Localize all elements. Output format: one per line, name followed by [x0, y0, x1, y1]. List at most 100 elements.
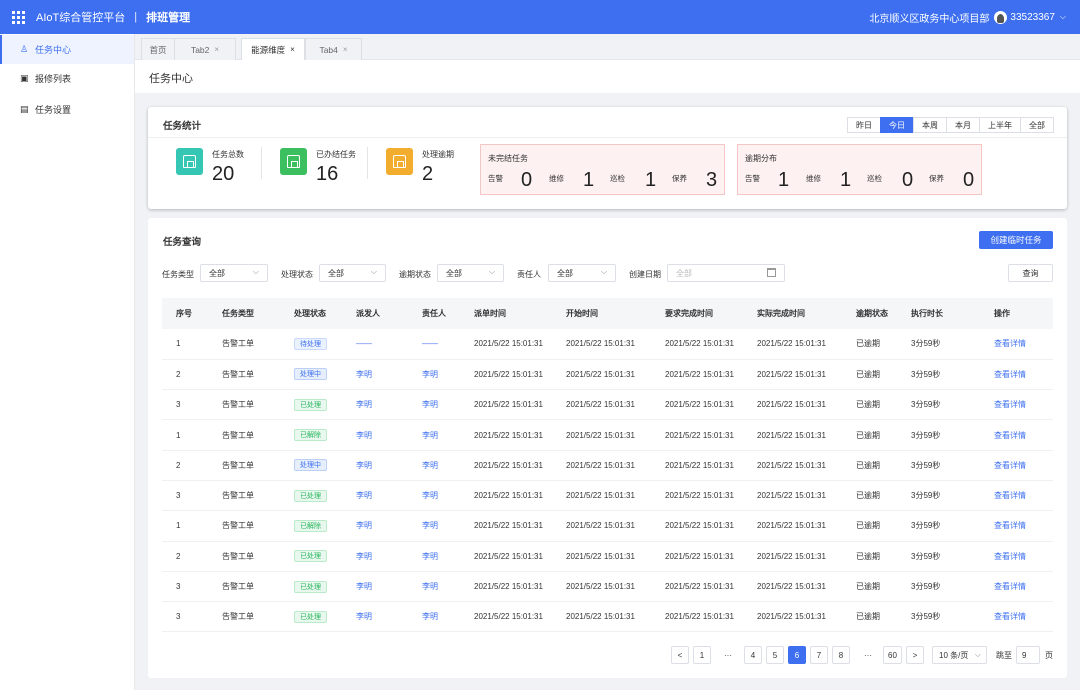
range-yesterday[interactable]: 昨日 — [847, 117, 881, 133]
cell-text: 告警工单 — [222, 551, 254, 561]
cell-text: 已逾期 — [856, 612, 880, 622]
cell-overdue: 已逾期 — [842, 450, 897, 481]
dispatcher-link[interactable]: 李明 — [356, 431, 372, 440]
task-type-select[interactable]: 全部 ⌵ — [200, 264, 268, 282]
tab-bar: 首页 Tab2 × 能源维度 × Tab4 × — [135, 34, 1080, 60]
view-details-link[interactable]: 查看详情 — [994, 582, 1026, 591]
dispatcher-link[interactable]: 李明 — [356, 612, 372, 621]
user-icon: ♙ — [20, 44, 29, 54]
owner-link[interactable]: 李明 — [422, 491, 438, 500]
close-icon[interactable]: × — [290, 45, 295, 54]
created-date-picker[interactable]: 全部 — [667, 264, 785, 282]
owner-link[interactable]: 李明 — [422, 370, 438, 379]
sidebar-item-label: 任务中心 — [35, 45, 72, 55]
owner-link[interactable]: 李明 — [422, 612, 438, 621]
column-header: 处理状态 — [280, 298, 342, 329]
kpi-overdue: 处理逾期 2 — [386, 145, 466, 185]
owner-link[interactable]: 李明 — [422, 400, 438, 409]
status-select[interactable]: 全部 ⌵ — [319, 264, 386, 282]
dispatcher-link[interactable]: 李明 — [356, 400, 372, 409]
view-details-link[interactable]: 查看详情 — [994, 339, 1026, 348]
tab-energy[interactable]: 能源维度 × — [241, 38, 305, 60]
filter-label: 处理状态 — [281, 270, 313, 279]
dispatcher-link[interactable]: —— — [356, 339, 372, 348]
view-details-link[interactable]: 查看详情 — [994, 431, 1026, 440]
close-icon[interactable]: × — [343, 45, 348, 54]
owner-link[interactable]: —— — [422, 339, 438, 348]
range-today[interactable]: 今日 — [880, 117, 914, 133]
cell-dispatcher: 李明 — [342, 450, 408, 481]
overdue-select[interactable]: 全部 ⌵ — [437, 264, 504, 282]
range-week[interactable]: 本周 — [913, 117, 947, 133]
view-details-link[interactable]: 查看详情 — [994, 491, 1026, 500]
cell-duration: 3分59秒 — [897, 450, 980, 481]
owner-link[interactable]: 李明 — [422, 521, 438, 530]
close-icon[interactable]: × — [214, 45, 219, 54]
page-button[interactable]: 7 — [810, 646, 828, 664]
page-button-current[interactable]: 6 — [788, 646, 806, 664]
sidebar-item-task-settings[interactable]: ▤ 任务设置 — [0, 95, 134, 124]
kpi-value: 16 — [316, 163, 339, 185]
cell-due-time: 2021/5/22 15:01:31 — [651, 389, 743, 421]
table-row: 3 告警工单 已处理 李明 李明 2021/5/22 15:01:31 2021/5/22 … — [162, 389, 1053, 421]
view-details-link[interactable]: 查看详情 — [994, 521, 1026, 530]
dispatcher-link[interactable]: 李明 — [356, 370, 372, 379]
cell-text: 告警工单 — [222, 369, 254, 379]
page-button[interactable]: 60 — [883, 646, 902, 664]
next-page-button[interactable]: > — [906, 646, 924, 664]
dispatcher-link[interactable]: 李明 — [356, 491, 372, 500]
tab-home[interactable]: 首页 — [141, 38, 175, 60]
range-month[interactable]: 本月 — [946, 117, 980, 133]
dispatcher-link[interactable]: 李明 — [356, 552, 372, 561]
owner-link[interactable]: 李明 — [422, 431, 438, 440]
page-button[interactable]: 1 — [693, 646, 711, 664]
dispatcher-link[interactable]: 李明 — [356, 582, 372, 591]
page-button[interactable]: 4 — [744, 646, 762, 664]
status-badge: 已处理 — [294, 489, 327, 502]
title-separator: | — [134, 11, 138, 23]
page-size-select[interactable]: 10 条/页 ⌵ — [932, 646, 987, 664]
cell-start-time: 2021/5/22 15:01:31 — [552, 601, 651, 633]
goto-page-input[interactable]: 9 — [1016, 646, 1040, 664]
page-ellipsis[interactable]: ··· — [716, 646, 740, 664]
status-badge: 已处理 — [294, 398, 327, 411]
cell-overdue: 已逾期 — [842, 601, 897, 633]
cell-type: 告警工单 — [208, 359, 280, 391]
cell-text: 2021/5/22 15:01:31 — [757, 430, 826, 440]
tab-tab4[interactable]: Tab4 × — [305, 38, 362, 60]
sidebar-item-task-center[interactable]: ♙ 任务中心 — [0, 35, 134, 64]
filter-label: 责任人 — [517, 270, 541, 279]
cell-text: 已逾期 — [856, 491, 880, 501]
owner-link[interactable]: 李明 — [422, 552, 438, 561]
range-half-year[interactable]: 上半年 — [979, 117, 1021, 133]
page-button[interactable]: 8 — [832, 646, 850, 664]
owner-link[interactable]: 李明 — [422, 582, 438, 591]
column-header: 开始时间 — [552, 298, 651, 329]
cell-done-time: 2021/5/22 15:01:31 — [743, 389, 842, 421]
cell-done-time: 2021/5/22 15:01:31 — [743, 359, 842, 391]
range-all[interactable]: 全部 — [1020, 117, 1054, 133]
view-details-link[interactable]: 查看详情 — [994, 461, 1026, 470]
dispatcher-link[interactable]: 李明 — [356, 461, 372, 470]
view-details-link[interactable]: 查看详情 — [994, 552, 1026, 561]
search-button[interactable]: 查询 — [1008, 264, 1053, 282]
prev-page-button[interactable]: < — [671, 646, 689, 664]
dispatcher-link[interactable]: 李明 — [356, 521, 372, 530]
user-menu[interactable]: 北京顺义区政务中心项目部 33523367 ⌵ — [869, 0, 1066, 34]
view-details-link[interactable]: 查看详情 — [994, 400, 1026, 409]
page-ellipsis[interactable]: ··· — [856, 646, 880, 664]
owner-link[interactable]: 李明 — [422, 461, 438, 470]
create-temp-task-button[interactable]: 创建临时任务 — [979, 231, 1053, 249]
owner-select[interactable]: 全部 ⌵ — [548, 264, 616, 282]
page-button[interactable]: 5 — [766, 646, 784, 664]
column-header: 逾期状态 — [842, 298, 897, 329]
stat-value: 0 — [521, 169, 533, 191]
cell-action: 查看详情 — [980, 359, 1053, 391]
cell-start-time: 2021/5/22 15:01:31 — [552, 480, 651, 512]
cell-type: 告警工单 — [208, 329, 280, 360]
tab-tab2[interactable]: Tab2 × — [174, 38, 236, 60]
view-details-link[interactable]: 查看详情 — [994, 612, 1026, 621]
sidebar-item-repair-list[interactable]: ▣ 报修列表 — [0, 64, 134, 93]
view-details-link[interactable]: 查看详情 — [994, 370, 1026, 379]
app-grid-icon[interactable] — [12, 10, 25, 24]
